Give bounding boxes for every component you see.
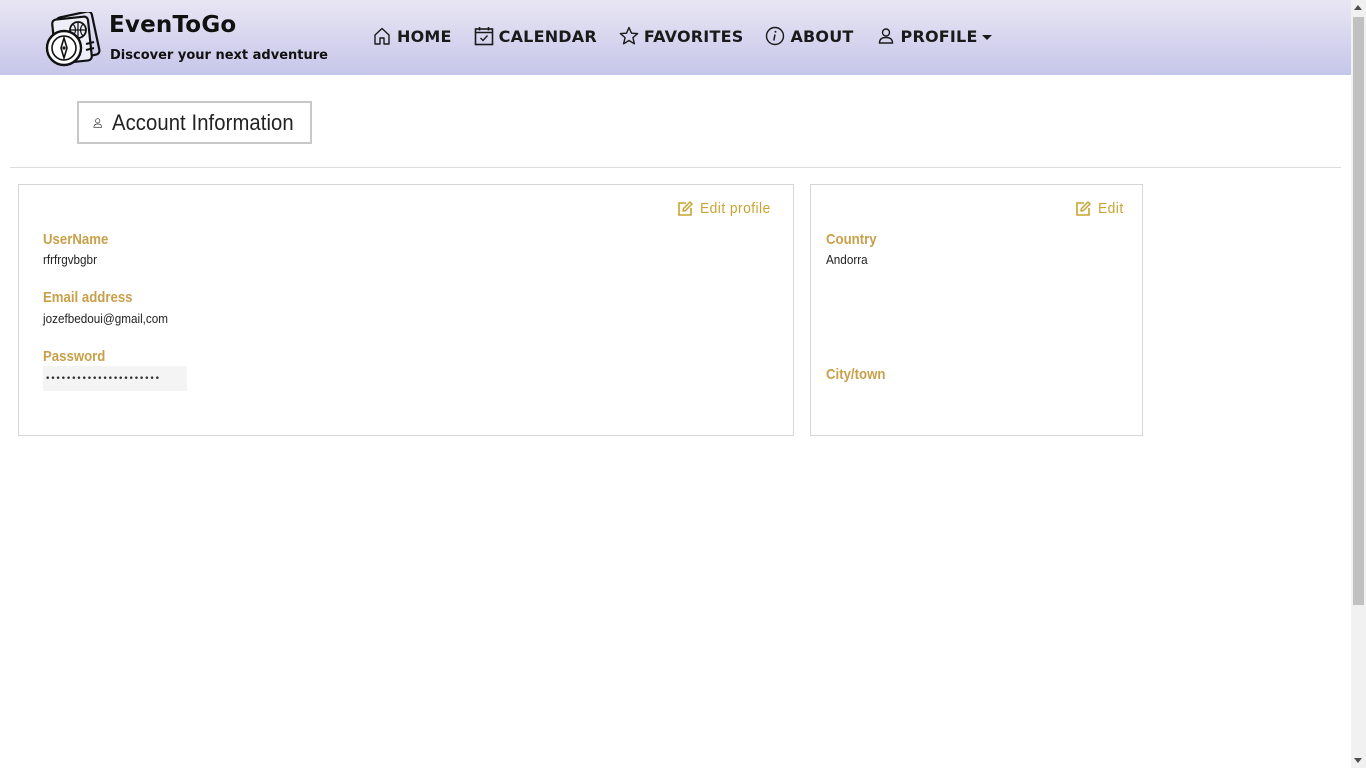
- caret-down-icon: [981, 34, 992, 40]
- passport-globe-logo-icon[interactable]: [42, 12, 102, 68]
- main-nav: HOME CALENDAR FAVORITES ABOUT PROFILE: [372, 22, 1014, 50]
- edit-icon: [678, 200, 693, 216]
- brand-title[interactable]: EvenToGo: [109, 12, 236, 38]
- scroll-up-arrow-icon[interactable]: [1354, 5, 1362, 10]
- vertical-scrollbar[interactable]: [1351, 0, 1366, 768]
- nav-favorites[interactable]: FAVORITES: [619, 26, 744, 46]
- nav-home[interactable]: HOME: [372, 26, 452, 46]
- nav-favorites-label: FAVORITES: [643, 26, 744, 46]
- nav-about-label: ABOUT: [790, 26, 854, 46]
- username-value: rfrfrgvbgbr: [43, 252, 97, 267]
- calendar-icon: [474, 27, 493, 46]
- nav-calendar-label: CALENDAR: [498, 26, 597, 46]
- edit-location-label: Edit: [1098, 200, 1124, 217]
- scroll-down-arrow-icon[interactable]: [1354, 758, 1362, 763]
- account-details-card: Edit profile UserName rfrfrgvbgbr Email …: [18, 184, 794, 436]
- navbar: EvenToGo Discover your next adventure HO…: [0, 0, 1351, 75]
- info-icon: [766, 26, 785, 46]
- nav-calendar[interactable]: CALENDAR: [474, 26, 597, 46]
- password-field: ••••••••••••••••••••••: [43, 366, 187, 391]
- account-information-header: Account Information: [77, 101, 312, 144]
- nav-profile-label: PROFILE: [900, 26, 978, 46]
- username-label: UserName: [43, 231, 109, 248]
- page-title: Account Information: [112, 109, 295, 135]
- location-card: Edit Country Andorra City/town: [810, 184, 1143, 436]
- nav-home-label: HOME: [397, 26, 452, 46]
- user-icon: [93, 117, 102, 128]
- nav-profile-dropdown[interactable]: PROFILE: [876, 26, 992, 46]
- edit-profile-link[interactable]: Edit profile: [677, 200, 777, 217]
- edit-icon: [1076, 200, 1091, 216]
- edit-location-link[interactable]: Edit: [1075, 200, 1126, 217]
- password-label: Password: [43, 348, 106, 365]
- star-icon: [619, 26, 639, 45]
- email-value: jozefbedoui@gmail,com: [43, 311, 169, 326]
- home-icon: [374, 27, 390, 45]
- nav-about[interactable]: ABOUT: [765, 26, 853, 46]
- scrollbar-thumb[interactable]: [1353, 17, 1364, 605]
- country-value: Andorra: [826, 252, 868, 267]
- divider: [10, 167, 1341, 168]
- email-label: Email address: [43, 289, 133, 306]
- page: EvenToGo Discover your next adventure HO…: [0, 0, 1366, 768]
- country-label: Country: [826, 231, 877, 248]
- edit-profile-label: Edit profile: [700, 200, 771, 217]
- user-icon: [878, 28, 893, 44]
- brand-tagline: Discover your next adventure: [110, 48, 328, 63]
- city-label: City/town: [826, 366, 886, 383]
